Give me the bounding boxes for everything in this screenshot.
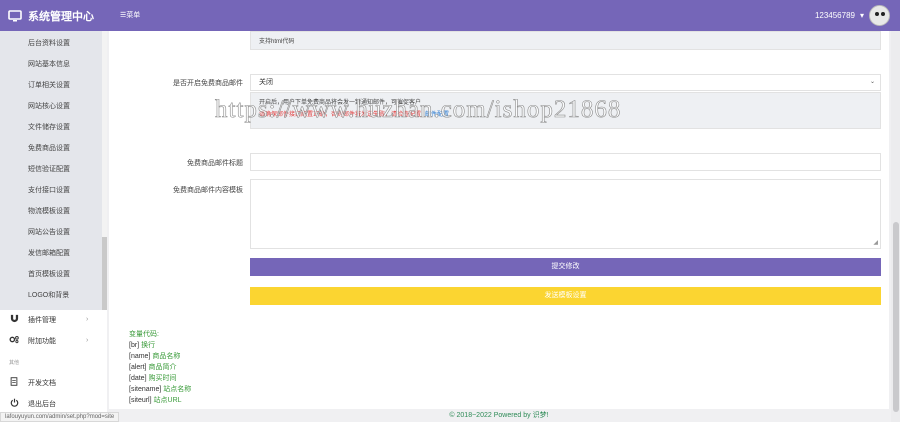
chevron-right-icon: › xyxy=(86,337,89,344)
variable-item: [name] 商品名称 xyxy=(129,353,181,360)
sidebar-item-addons[interactable]: 附加功能 › xyxy=(0,330,102,351)
username: 123456789 xyxy=(814,11,855,20)
sidebar-item-label: 退出后台 xyxy=(28,400,56,408)
sidebar-item-label: 附加功能 xyxy=(28,337,56,345)
mail-content-label: 免费商品邮件内容模板 xyxy=(173,187,243,194)
gears-icon xyxy=(0,335,28,346)
brand-title: 系统管理中心 xyxy=(28,10,94,23)
mail-content-textarea[interactable]: ◢ xyxy=(250,179,881,249)
sidebar-section-label: 其他 xyxy=(9,360,20,366)
chevron-down-icon: ▾ xyxy=(859,11,864,20)
sidebar-item-sms[interactable]: 短信验证配置 xyxy=(28,159,70,180)
settings-form: 支持html代码 是否开启免费商品邮件 关闭 ⌄ 开启后，用户下单免费商品将会发… xyxy=(109,31,889,409)
submit-button[interactable]: 提交修改 xyxy=(250,258,881,276)
sidebar-item-core-settings[interactable]: 网站核心设置 xyxy=(28,96,70,117)
sidebar-item-plugins[interactable]: 插件管理 › xyxy=(0,309,102,330)
sidebar-item-homepage-template[interactable]: 首页模板设置 xyxy=(28,264,70,285)
sidebar-item-mail[interactable]: 发信邮箱配置 xyxy=(28,243,70,264)
variable-codes: 变量代码: [br] 换行 [name] 商品名称 [alert] 商品简介 [… xyxy=(129,329,191,406)
sidebar: 后台资料设置 网站基本信息 订单相关设置 网站核心设置 文件储存设置 免费商品设… xyxy=(0,31,107,422)
menu-toggle-button[interactable]: ☰菜单 xyxy=(120,0,140,31)
mail-info-box: 开启后，用户下单免费商品将会发一封通知邮件，可催促客户 请确保邮件接口配置正确，… xyxy=(250,92,881,129)
footer-copyright: © 2018~2022 Powered by 识梦! xyxy=(449,412,549,419)
monitor-icon xyxy=(8,9,22,21)
sidebar-item-label: 开发文档 xyxy=(28,379,56,387)
variable-item: [br] 换行 xyxy=(129,342,156,349)
sidebar-item-logo-background[interactable]: LOGO和背景 xyxy=(28,285,69,306)
page-scrollbar-thumb[interactable] xyxy=(893,222,899,412)
sidebar-item-site-info[interactable]: 网站基本信息 xyxy=(28,54,70,75)
magnet-icon xyxy=(0,314,28,325)
sidebar-item-logout[interactable]: 退出后台 xyxy=(0,393,102,414)
variable-codes-title: 变量代码: xyxy=(129,331,159,338)
enable-mail-select[interactable]: 关闭 ⌄ xyxy=(250,74,881,91)
variable-item: [date] 购买时间 xyxy=(129,375,177,382)
brand[interactable]: 系统管理中心 xyxy=(8,0,94,31)
enable-mail-label: 是否开启免费商品邮件 xyxy=(173,80,243,87)
info-line-1: 开启后，用户下单免费商品将会发一封通知邮件，可催促客户 xyxy=(259,100,422,106)
mail-subject-label: 免费商品邮件标题 xyxy=(187,160,243,167)
sidebar-item-shipping[interactable]: 物流模板设置 xyxy=(28,201,70,222)
sidebar-item-label: 插件管理 xyxy=(28,316,56,324)
sidebar-item-docs[interactable]: 开发文档 xyxy=(0,372,102,393)
settings-submenu: 后台资料设置 网站基本信息 订单相关设置 网站核心设置 文件储存设置 免费商品设… xyxy=(0,31,103,310)
resize-grip-icon[interactable]: ◢ xyxy=(873,239,878,246)
avatar[interactable] xyxy=(869,5,890,26)
user-menu[interactable]: 123456789 ▾ xyxy=(815,0,890,31)
power-icon xyxy=(0,398,28,409)
chevron-right-icon: › xyxy=(86,316,89,323)
sidebar-item-payment[interactable]: 支付接口设置 xyxy=(28,180,70,201)
sidebar-item-order-settings[interactable]: 订单相关设置 xyxy=(28,75,70,96)
info-warning: 请确保邮件接口配置正确，否则邮件将发送失败，请检查配置 xyxy=(259,112,422,118)
chevron-down-icon: ⌄ xyxy=(869,79,875,85)
html-support-text: 支持html代码 xyxy=(259,39,295,45)
sidebar-item-free-goods[interactable]: 免费商品设置 xyxy=(28,138,70,159)
info-line-2: 请确保邮件接口配置正确，否则邮件将发送失败，请检查配置 邮件配置 xyxy=(259,109,872,118)
variable-item: [sitename] 站点名称 xyxy=(129,386,192,393)
mail-subject-input[interactable] xyxy=(250,153,881,171)
enable-mail-value: 关闭 xyxy=(259,79,273,86)
top-header: 系统管理中心 ☰菜单 123456789 ▾ xyxy=(0,0,900,31)
variable-item: [alert] 商品简介 xyxy=(129,364,177,371)
status-url: lafouyuyun.com/admin/set.php?mod=site xyxy=(0,412,120,422)
variable-item: [siteurl] 站点URL xyxy=(129,397,182,404)
sidebar-item-storage-settings[interactable]: 文件储存设置 xyxy=(28,117,70,138)
sidebar-scrollbar-thumb[interactable] xyxy=(102,237,107,310)
document-icon xyxy=(0,377,28,388)
html-support-tip: 支持html代码 xyxy=(250,31,881,50)
sidebar-item-admin-profile[interactable]: 后台资料设置 xyxy=(28,33,70,54)
mail-config-link[interactable]: 邮件配置 xyxy=(425,112,449,118)
sidebar-item-announcement[interactable]: 网站公告设置 xyxy=(28,222,70,243)
test-template-button[interactable]: 发送模板设置 xyxy=(250,287,881,305)
